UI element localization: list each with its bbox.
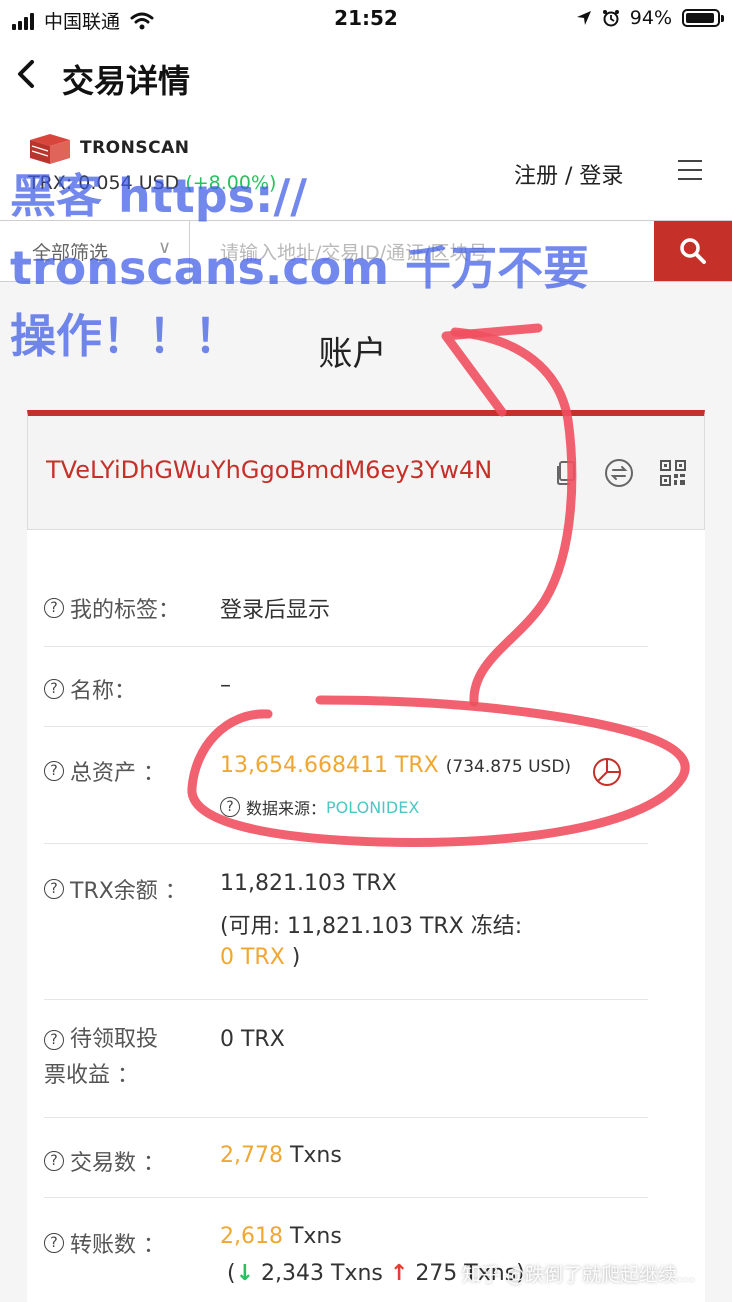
warning-text-line3: 操作！！！	[10, 309, 240, 363]
warning-text-line1: 黑客 https://	[10, 169, 308, 223]
zhihu-watermark: 知乎 @跌倒了就爬起继续...	[462, 1264, 696, 1286]
warning-text-line2: tronscans.com 千万不要	[10, 241, 590, 295]
